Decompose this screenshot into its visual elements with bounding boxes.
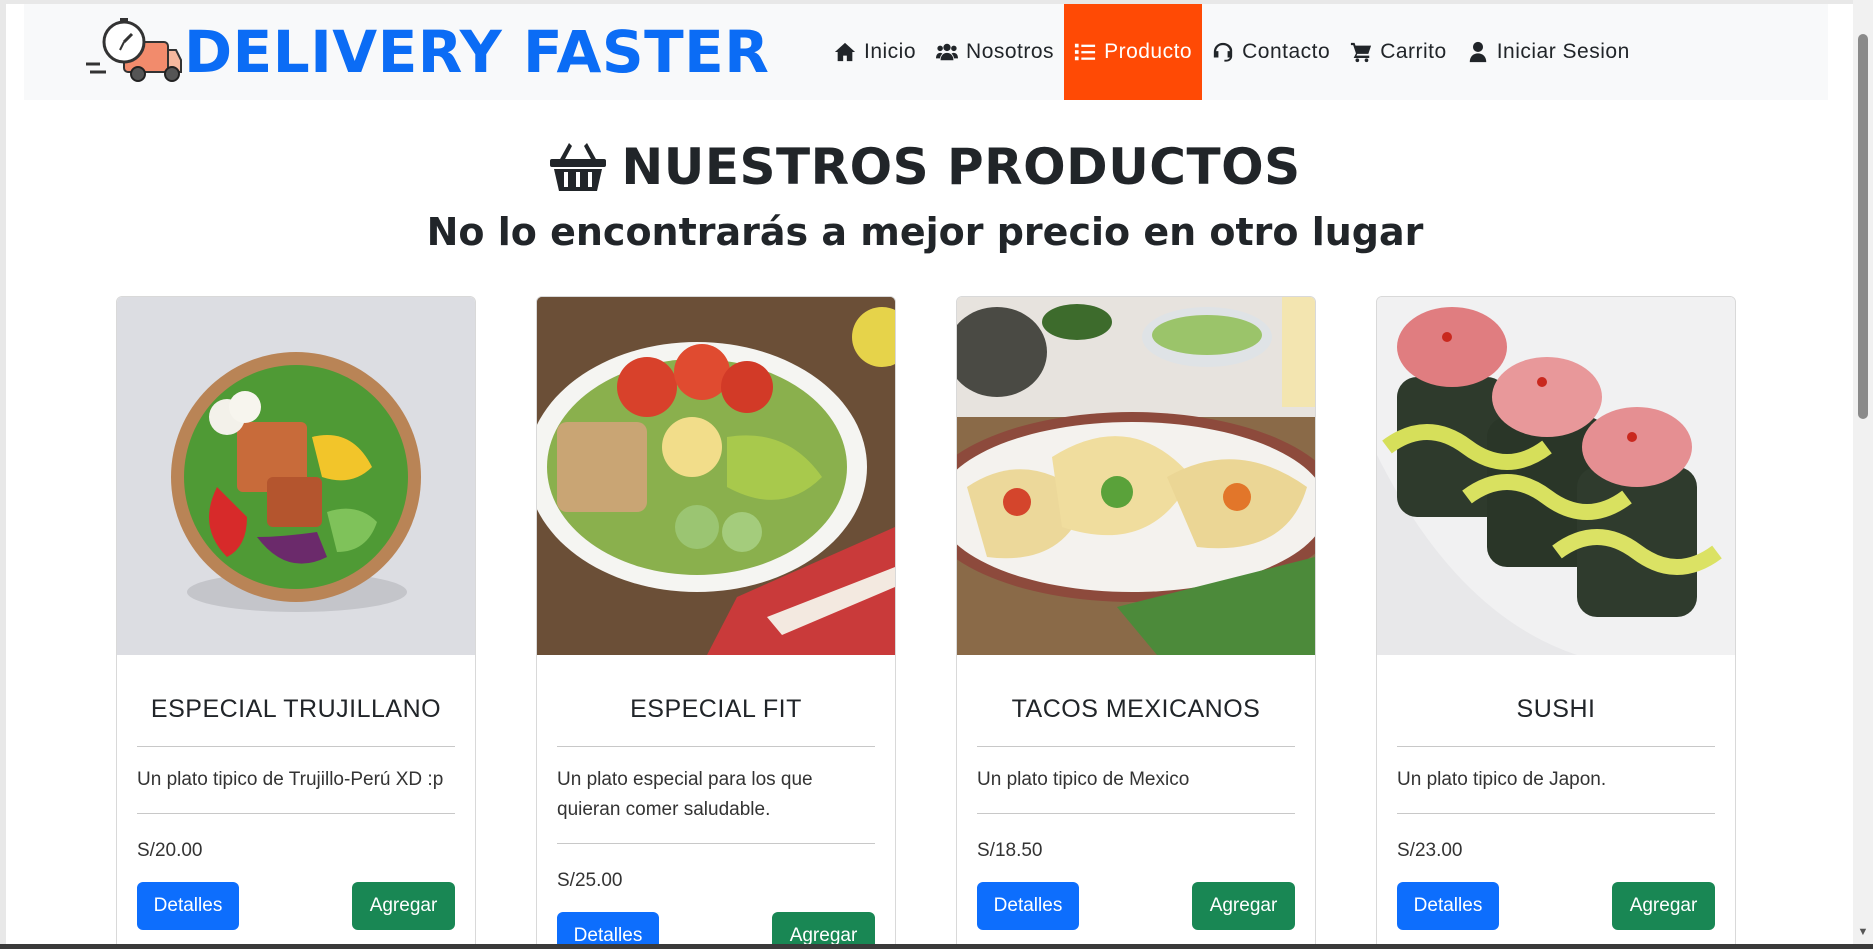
- product-description: Un plato tipico de Trujillo-Perú XD :p: [137, 747, 455, 814]
- title-wrap: NUESTROS PRODUCTOS: [0, 138, 1850, 198]
- details-button[interactable]: Detalles: [977, 882, 1079, 930]
- nav-label: Nosotros: [966, 40, 1055, 63]
- nav-label: Carrito: [1380, 40, 1447, 63]
- product-price: S/20.00: [137, 840, 203, 861]
- navbar: DELIVERY FASTER Inicio Nosotros Producto…: [24, 4, 1828, 100]
- page-subtitle: No lo encontrarás a mejor precio en otro…: [426, 210, 1424, 254]
- scrollbar-thumb[interactable]: [1858, 34, 1868, 419]
- nav-iniciar-sesion[interactable]: Iniciar Sesion: [1457, 4, 1640, 100]
- details-button[interactable]: Detalles: [137, 882, 239, 930]
- product-price: S/25.00: [557, 870, 623, 891]
- salad-bowl-image: [171, 352, 421, 612]
- nav-label: Iniciar Sesion: [1496, 40, 1630, 63]
- home-icon: [834, 42, 856, 62]
- users-icon: [936, 43, 959, 61]
- fit-salad-image: [537, 297, 895, 655]
- product-price: S/18.50: [977, 840, 1043, 861]
- product-title: SUSHI: [1397, 695, 1715, 747]
- product-price: S/23.00: [1397, 840, 1463, 861]
- nav-contacto[interactable]: Contacto: [1202, 4, 1340, 100]
- details-button[interactable]: Detalles: [1397, 882, 1499, 930]
- add-to-cart-button[interactable]: Agregar: [352, 882, 455, 930]
- product-description: Un plato tipico de Mexico: [977, 747, 1295, 814]
- product-image: [117, 297, 475, 655]
- product-image: [537, 297, 895, 655]
- product-description: Un plato tipico de Japon.: [1397, 747, 1715, 814]
- product-card: SUSHI Un plato tipico de Japon. S/23.00 …: [1376, 296, 1736, 949]
- nav-label: Producto: [1104, 40, 1193, 63]
- headset-icon: [1213, 42, 1233, 62]
- sushi-image: [1377, 297, 1735, 655]
- nav-carrito[interactable]: Carrito: [1340, 4, 1457, 100]
- nav-menu: Inicio Nosotros Producto Contacto Carrit…: [824, 4, 1640, 100]
- product-title: ESPECIAL FIT: [557, 695, 875, 747]
- nav-inicio[interactable]: Inicio: [824, 4, 926, 100]
- brand-name: DELIVERY FASTER: [184, 18, 770, 86]
- add-to-cart-button[interactable]: Agregar: [1192, 882, 1295, 930]
- product-card: TACOS MEXICANOS Un plato tipico de Mexic…: [956, 296, 1316, 949]
- nav-nosotros[interactable]: Nosotros: [926, 4, 1064, 100]
- product-title: TACOS MEXICANOS: [977, 695, 1295, 747]
- scroll-down-arrow-icon[interactable]: ▼: [1856, 925, 1870, 939]
- list-icon: [1074, 43, 1096, 61]
- page-title-text: NUESTROS PRODUCTOS: [621, 138, 1301, 196]
- bottom-edge: [0, 944, 1873, 949]
- product-card: ESPECIAL FIT Un plato especial para los …: [536, 296, 896, 949]
- basket-icon: [550, 143, 607, 191]
- cart-icon: [1351, 42, 1372, 63]
- product-image: [957, 297, 1315, 655]
- page-title: NUESTROS PRODUCTOS: [549, 138, 1300, 196]
- nav-label: Inicio: [864, 40, 917, 63]
- tacos-image: [957, 297, 1315, 655]
- vertical-scrollbar[interactable]: ▲ ▼: [1853, 0, 1873, 949]
- product-description: Un plato especial para los que quieran c…: [557, 747, 875, 844]
- product-image: [1377, 297, 1735, 655]
- nav-label: Contacto: [1242, 40, 1331, 63]
- product-title: ESPECIAL TRUJILLANO: [137, 695, 455, 747]
- brand[interactable]: DELIVERY FASTER: [84, 10, 769, 94]
- user-icon: [1469, 41, 1486, 63]
- product-card: ESPECIAL TRUJILLANO Un plato tipico de T…: [116, 296, 476, 949]
- nav-producto[interactable]: Producto: [1064, 4, 1203, 100]
- add-to-cart-button[interactable]: Agregar: [1612, 882, 1715, 930]
- delivery-truck-logo: [86, 18, 182, 82]
